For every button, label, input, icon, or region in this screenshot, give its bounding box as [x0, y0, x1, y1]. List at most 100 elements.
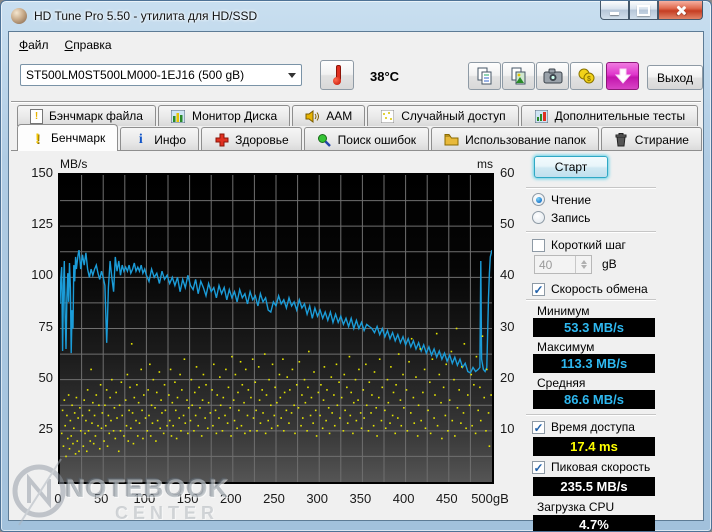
temperature-button[interactable] [320, 60, 354, 90]
speaker-icon [305, 109, 320, 124]
tab-label: Инфо [154, 132, 187, 147]
menu-help[interactable]: Справка [57, 35, 120, 55]
stride-unit-label: gB [602, 257, 617, 271]
stride-spinner[interactable]: 40 [534, 255, 592, 274]
app-icon [11, 8, 27, 24]
tab-info[interactable]: i Инфо [120, 127, 200, 151]
temperature-value: 38°C [370, 69, 400, 84]
transfer-checkbox[interactable]: ✓ [532, 283, 545, 296]
toolbar-separator [11, 101, 701, 103]
maximize-button[interactable] [629, 1, 658, 20]
info-icon: i [138, 131, 143, 147]
tab-label: Использование папок [465, 132, 586, 147]
write-radio[interactable] [532, 211, 545, 224]
tab-row-secondary: ! Бэнчмарк файла Монитор Диска AAM Случа… [17, 105, 701, 126]
copy-text-button[interactable] [468, 62, 501, 90]
drive-select-value: ST500LM0ST500LM000-1EJ16 (500 gB) [26, 68, 245, 82]
start-button[interactable]: Старт [534, 156, 608, 178]
minimize-button[interactable] [600, 1, 629, 20]
health-cross-icon [214, 132, 229, 147]
screenshot-button[interactable] [536, 62, 569, 90]
drive-select[interactable]: ST500LM0ST500LM000-1EJ16 (500 gB) [20, 64, 302, 86]
hdtune-window: HD Tune Pro 5.50 - утилита для HD/SSD Фа… [0, 0, 712, 532]
magnifier-icon [317, 132, 332, 147]
coins-icon: $ [578, 68, 594, 84]
tab-random-access[interactable]: Случайный доступ [367, 105, 519, 126]
tab-disk-monitor[interactable]: Монитор Диска [157, 105, 291, 126]
spinner-arrows[interactable] [575, 256, 591, 273]
chevron-down-icon [283, 65, 301, 85]
coins-button[interactable]: $ [570, 62, 603, 90]
file-benchmark-icon: ! [30, 108, 43, 124]
download-arrow-icon [614, 68, 631, 84]
menu-bar: Файл Справка [11, 34, 701, 56]
maximize-icon [637, 4, 650, 16]
tab-row-primary: ! Бенчмарк i Инфо Здоровье Поиск ошибок [17, 124, 702, 151]
tab-label: Бенчмарк [51, 131, 106, 145]
copy-text-icon [477, 67, 491, 85]
cpu-display: 4.7% [533, 515, 655, 531]
access-time-checkbox[interactable]: ✓ [532, 421, 545, 434]
tab-label: Дополнительные тесты [554, 109, 686, 123]
tab-label: Поиск ошибок [337, 132, 417, 147]
exit-button[interactable]: Выход [647, 65, 703, 90]
tab-file-benchmark[interactable]: ! Бэнчмарк файла [17, 105, 156, 126]
tab-error-scan[interactable]: Поиск ошибок [303, 127, 430, 151]
separator [526, 299, 656, 301]
disk-monitor-icon [171, 109, 186, 124]
exclamation-icon: ! [35, 130, 40, 146]
tab-label: Бэнчмарк файла [49, 109, 143, 123]
tab-erase[interactable]: Стирание [600, 127, 702, 151]
tab-label: Случайный доступ [401, 109, 506, 123]
save-results-button[interactable] [606, 62, 639, 90]
max-label: Максимум [537, 340, 595, 354]
transfer-label: Скорость обмена [551, 282, 648, 296]
write-label: Запись [551, 211, 591, 225]
copy-image-button[interactable] [502, 62, 535, 90]
benchmark-controls: Старт Чтение Запись Короткий шаг 40 gB ✓… [526, 151, 706, 531]
random-dots-icon [380, 109, 395, 124]
tab-health[interactable]: Здоровье [201, 127, 302, 151]
minimize-icon [610, 11, 619, 15]
max-value-display: 113.3 MB/s [533, 354, 655, 373]
tab-label: Стирание [634, 132, 689, 147]
burst-label: Пиковая скорость [551, 460, 651, 474]
burst-display: 235.5 MB/s [533, 477, 655, 496]
window-title: HD Tune Pro 5.50 - утилита для HD/SSD [34, 9, 258, 23]
tab-extra-tests[interactable]: Дополнительные тесты [520, 105, 699, 126]
close-button[interactable] [658, 1, 703, 20]
close-icon [675, 5, 686, 16]
menu-file[interactable]: Файл [11, 35, 57, 55]
separator [526, 187, 656, 189]
tab-label: Здоровье [235, 132, 289, 147]
extra-tests-icon [534, 109, 549, 124]
short-stride-checkbox[interactable] [532, 239, 545, 252]
copy-image-icon [511, 67, 525, 85]
read-label: Чтение [551, 193, 592, 207]
avg-label: Средняя [537, 376, 586, 390]
burst-checkbox[interactable]: ✓ [532, 461, 545, 474]
separator [526, 414, 656, 416]
tab-aam[interactable]: AAM [292, 105, 366, 126]
title-bar[interactable]: HD Tune Pro 5.50 - утилита для HD/SSD [1, 1, 711, 31]
separator [526, 231, 656, 233]
camera-icon [543, 68, 562, 84]
tab-label: Монитор Диска [191, 109, 278, 123]
svg-text:$: $ [587, 76, 591, 83]
min-value-display: 53.3 MB/s [533, 318, 655, 337]
read-radio[interactable] [532, 193, 545, 206]
access-time-label: Время доступа [551, 420, 635, 434]
tab-benchmark[interactable]: ! Бенчмарк [17, 124, 119, 151]
cpu-label: Загрузка CPU [537, 500, 615, 514]
avg-value-display: 86.6 MB/s [533, 390, 655, 409]
tab-folder-usage[interactable]: Использование папок [431, 127, 599, 151]
stride-value: 40 [539, 258, 553, 272]
folder-icon [444, 132, 459, 147]
min-label: Минимум [537, 304, 590, 318]
short-stride-label: Короткий шаг [551, 238, 626, 252]
caption-buttons [600, 1, 703, 21]
trash-icon [614, 132, 629, 147]
thermometer-icon [333, 65, 341, 85]
tab-label: AAM [326, 109, 353, 123]
access-time-display: 17.4 ms [533, 437, 655, 456]
